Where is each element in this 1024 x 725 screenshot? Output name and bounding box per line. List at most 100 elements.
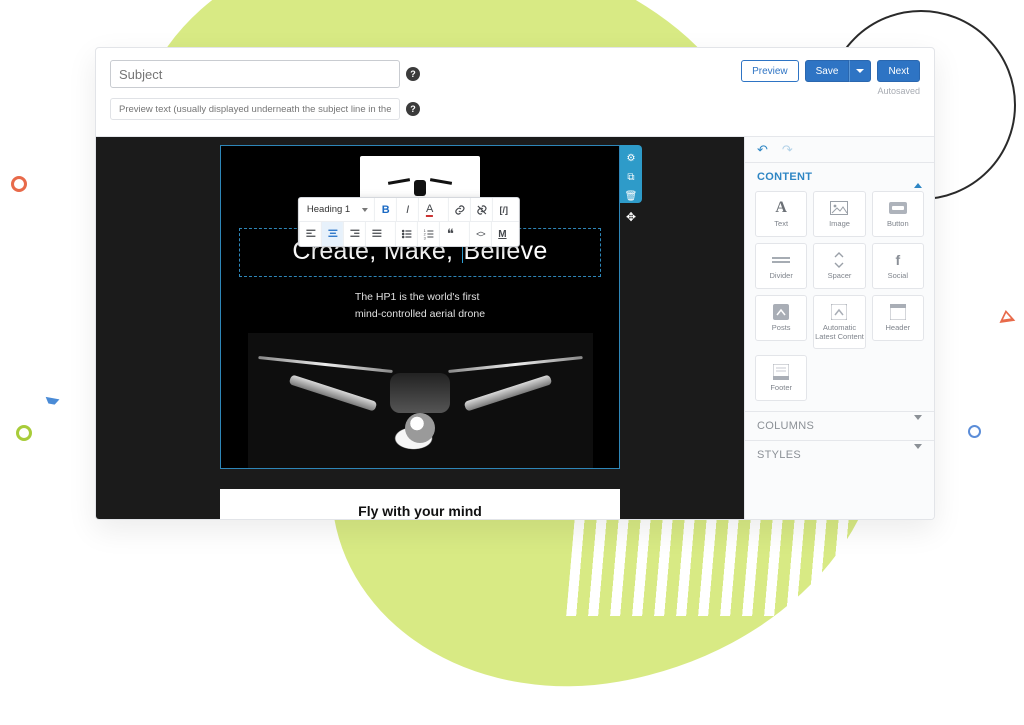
italic-button[interactable]: I bbox=[396, 198, 418, 222]
redo-icon[interactable]: ↷ bbox=[782, 142, 793, 158]
svg-text:3: 3 bbox=[423, 236, 425, 240]
unlink-button[interactable] bbox=[470, 198, 492, 222]
tile-label: Spacer bbox=[828, 272, 852, 280]
shortcode-button[interactable]: [/] bbox=[492, 198, 514, 222]
preview-text-input[interactable] bbox=[110, 98, 400, 120]
bold-button[interactable]: B bbox=[374, 198, 396, 222]
tile-autocontent[interactable]: Automatic Latest Content bbox=[813, 295, 865, 349]
content-section-header[interactable]: CONTENT bbox=[745, 163, 934, 191]
list-ol-button[interactable]: 123 bbox=[417, 222, 439, 246]
code-button[interactable]: <> bbox=[469, 222, 491, 246]
history-bar: ↶ ↷ bbox=[745, 137, 934, 163]
styles-section-header[interactable]: STYLES bbox=[745, 440, 934, 469]
align-left-button[interactable] bbox=[299, 222, 321, 246]
block-tools-rail: ⚙ ⧉ 🗑 ✥ bbox=[620, 145, 642, 203]
content-title: CONTENT bbox=[757, 171, 812, 183]
image-icon bbox=[830, 199, 848, 217]
deco-ring-blue bbox=[968, 425, 981, 438]
content-tiles: A Text Image Button Divider Spacer f Socia… bbox=[745, 191, 934, 411]
link-button[interactable] bbox=[448, 198, 470, 222]
autosaved-label: Autosaved bbox=[877, 86, 920, 96]
editor-window: ? ? Preview Save Next Autosaved bbox=[95, 47, 935, 520]
preview-row: ? bbox=[110, 98, 727, 120]
preview-button[interactable]: Preview bbox=[741, 60, 799, 82]
lower-headline[interactable]: Fly with your mind bbox=[220, 489, 620, 519]
columns-section-header[interactable]: COLUMNS bbox=[745, 411, 934, 440]
tile-label: Posts bbox=[772, 324, 791, 332]
tile-spacer[interactable]: Spacer bbox=[813, 243, 865, 289]
hero-image[interactable] bbox=[248, 333, 593, 468]
drone-icon bbox=[392, 172, 448, 200]
markup-button[interactable]: M bbox=[491, 222, 513, 246]
button-icon bbox=[889, 199, 907, 217]
gear-icon[interactable]: ⚙ bbox=[627, 153, 636, 164]
divider-icon bbox=[772, 251, 790, 269]
canvas-area[interactable]: R Create, Make, Believe The HP1 is the w… bbox=[96, 137, 744, 519]
side-panel: ↶ ↷ CONTENT A Text Image Button Divider S… bbox=[744, 137, 934, 519]
deco-ring-orange bbox=[11, 176, 27, 192]
trash-icon[interactable]: 🗑 bbox=[625, 191, 638, 202]
header-icon bbox=[889, 303, 907, 321]
tile-header[interactable]: Header bbox=[872, 295, 924, 341]
footer-icon bbox=[772, 363, 790, 381]
action-buttons: Preview Save Next bbox=[741, 60, 920, 82]
email-canvas[interactable]: R Create, Make, Believe The HP1 is the w… bbox=[220, 145, 620, 469]
list-ul-button[interactable] bbox=[395, 222, 417, 246]
editor-body: R Create, Make, Believe The HP1 is the w… bbox=[96, 136, 934, 519]
tile-label: Automatic Latest Content bbox=[814, 324, 864, 341]
heading-select[interactable]: Heading 1 bbox=[299, 204, 374, 215]
align-justify-button[interactable] bbox=[365, 222, 387, 246]
subhead-block[interactable]: The HP1 is the world's first mind-contro… bbox=[355, 281, 485, 323]
styles-title: STYLES bbox=[757, 449, 801, 461]
subject-input[interactable] bbox=[110, 60, 400, 88]
tile-label: Header bbox=[886, 324, 911, 332]
topbar-left: ? ? bbox=[110, 60, 727, 130]
toolbar-row-2: 123 ❝ <> M bbox=[299, 222, 519, 246]
quote-button[interactable]: ❝ bbox=[439, 222, 461, 246]
deco-ring-green bbox=[16, 425, 32, 441]
deco-tri-orange bbox=[997, 301, 1016, 323]
sub2: mind-controlled aerial drone bbox=[355, 306, 485, 323]
lower-section[interactable]: Fly with your mind bbox=[220, 489, 620, 519]
undo-icon[interactable]: ↶ bbox=[757, 142, 768, 158]
tile-label: Button bbox=[887, 220, 909, 228]
move-icon[interactable]: ✥ bbox=[626, 210, 636, 224]
tile-label: Image bbox=[829, 220, 850, 228]
save-button[interactable]: Save bbox=[805, 60, 850, 82]
save-dropdown-button[interactable] bbox=[849, 60, 871, 82]
toolbar-row-1: Heading 1 B I A [/] bbox=[299, 198, 519, 222]
tile-text[interactable]: A Text bbox=[755, 191, 807, 237]
topbar: ? ? Preview Save Next Autosaved bbox=[96, 48, 934, 136]
tile-divider[interactable]: Divider bbox=[755, 243, 807, 289]
chevron-down-icon bbox=[914, 420, 922, 432]
duplicate-icon[interactable]: ⧉ bbox=[627, 172, 634, 183]
posts-icon bbox=[772, 303, 790, 321]
columns-title: COLUMNS bbox=[757, 420, 814, 432]
social-icon: f bbox=[889, 251, 907, 269]
tile-label: Social bbox=[888, 272, 908, 280]
topbar-right: Preview Save Next Autosaved bbox=[741, 60, 920, 96]
align-center-button[interactable] bbox=[321, 222, 343, 246]
sub1: The HP1 is the world's first bbox=[355, 289, 485, 306]
help-icon[interactable]: ? bbox=[406, 67, 420, 81]
chevron-up-icon bbox=[914, 171, 922, 183]
tile-posts[interactable]: Posts bbox=[755, 295, 807, 341]
tile-label: Text bbox=[774, 220, 788, 228]
tile-label: Footer bbox=[770, 384, 792, 392]
help-icon[interactable]: ? bbox=[406, 102, 420, 116]
align-right-button[interactable] bbox=[343, 222, 365, 246]
next-button[interactable]: Next bbox=[877, 60, 920, 82]
tile-button[interactable]: Button bbox=[872, 191, 924, 237]
chevron-down-icon bbox=[914, 449, 922, 461]
textcolor-button[interactable]: A bbox=[418, 198, 440, 222]
tile-social[interactable]: f Social bbox=[872, 243, 924, 289]
autocontent-icon bbox=[830, 303, 848, 321]
subject-row: ? bbox=[110, 60, 727, 88]
text-toolbar: Heading 1 B I A [/] bbox=[298, 197, 520, 247]
tile-image[interactable]: Image bbox=[813, 191, 865, 237]
text-icon: A bbox=[772, 199, 790, 217]
tile-label: Divider bbox=[769, 272, 792, 280]
deco-tri-blue bbox=[43, 397, 60, 417]
tile-footer[interactable]: Footer bbox=[755, 355, 807, 401]
spacer-icon bbox=[830, 251, 848, 269]
